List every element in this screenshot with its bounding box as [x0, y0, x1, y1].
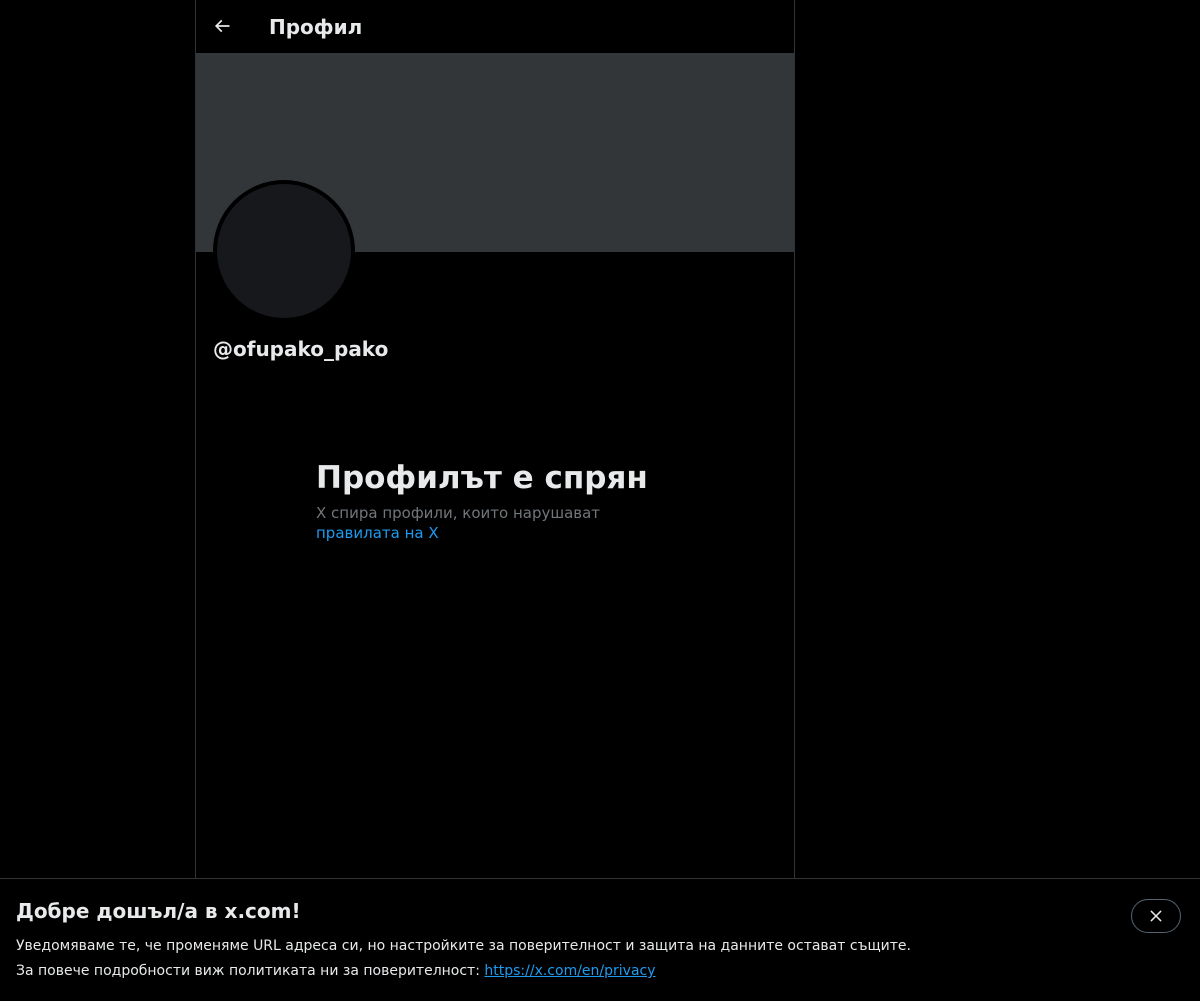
- profile-column: Профил @ofupako_pako Профилът е спрян X …: [195, 0, 795, 1000]
- suspended-description-text: X спира профили, които нарушават: [316, 504, 601, 522]
- arrow-left-icon: [214, 19, 230, 33]
- welcome-message: Уведомяваме те, че променяме URL адреса …: [16, 938, 911, 954]
- close-button[interactable]: [1131, 899, 1181, 933]
- profile-handle: @ofupako_pako: [213, 337, 389, 361]
- page-title: Профил: [269, 15, 363, 39]
- suspended-title: Профилът е спрян: [316, 460, 648, 496]
- suspended-description: X спира профили, които нарушават правила…: [316, 503, 656, 543]
- close-icon: [1150, 910, 1162, 922]
- top-bar: Профил: [196, 0, 794, 53]
- avatar: [213, 180, 355, 322]
- welcome-title: Добре дошъл/а в x.com!: [16, 899, 301, 923]
- welcome-notice-bar: Добре дошъл/а в x.com! Уведомяваме те, ч…: [0, 878, 1200, 1001]
- privacy-message-text: За повече подробности виж политиката ни …: [16, 963, 485, 979]
- suspended-notice: Профилът е спрян X спира профили, които …: [316, 458, 656, 543]
- rules-link[interactable]: правилата на X: [316, 524, 439, 542]
- privacy-link[interactable]: https://x.com/en/privacy: [484, 963, 655, 979]
- privacy-message: За повече подробности виж политиката ни …: [16, 961, 656, 981]
- back-button[interactable]: [204, 8, 240, 44]
